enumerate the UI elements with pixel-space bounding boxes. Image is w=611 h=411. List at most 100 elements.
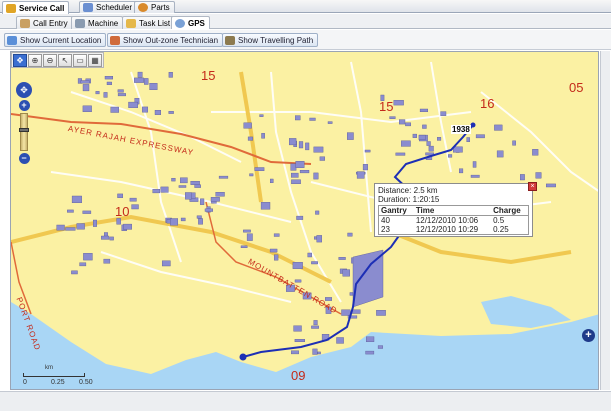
show-outzone-technician-button[interactable]: Show Out-zone Technician bbox=[107, 33, 224, 47]
tab-scheduler[interactable]: Scheduler bbox=[79, 1, 138, 13]
tab-parts[interactable]: Parts bbox=[134, 1, 175, 13]
building-block bbox=[168, 111, 174, 114]
building-block bbox=[338, 257, 346, 260]
building-block bbox=[289, 138, 297, 146]
building-block bbox=[243, 229, 251, 233]
building-block bbox=[200, 198, 205, 205]
building-block bbox=[309, 117, 316, 121]
expand-map-button[interactable]: + bbox=[582, 329, 595, 342]
gantry-header: Gantry bbox=[378, 205, 414, 216]
zone-label: 15 bbox=[201, 68, 216, 83]
horizontal-scrollbar[interactable] bbox=[0, 391, 611, 411]
time-cell: 12/12/2010 10:29 bbox=[415, 225, 479, 234]
building-block bbox=[546, 183, 556, 188]
building-block bbox=[295, 160, 305, 168]
building-block bbox=[290, 163, 297, 171]
building-block bbox=[437, 137, 442, 141]
building-block bbox=[117, 93, 126, 97]
close-icon[interactable]: × bbox=[528, 182, 537, 191]
building-block bbox=[291, 179, 301, 184]
pan-arrows-icon[interactable]: ✥ bbox=[16, 82, 32, 98]
building-block bbox=[76, 223, 85, 230]
print-tool-icon[interactable]: ▦ bbox=[88, 54, 102, 67]
building-block bbox=[249, 173, 254, 177]
zoom-in-button[interactable]: + bbox=[18, 100, 30, 111]
tab-task-list[interactable]: Task List bbox=[122, 16, 176, 29]
building-block bbox=[293, 325, 302, 332]
building-block bbox=[412, 133, 417, 138]
building-block bbox=[298, 141, 304, 149]
location-pin-icon bbox=[7, 35, 17, 45]
building-block bbox=[134, 77, 144, 83]
building-block bbox=[389, 116, 396, 119]
building-block bbox=[71, 270, 78, 275]
building-block bbox=[405, 122, 411, 127]
zoom-slider[interactable] bbox=[19, 113, 29, 151]
zoom-slider-thumb[interactable] bbox=[19, 128, 29, 132]
zoom-out-button[interactable]: − bbox=[18, 153, 30, 164]
tab-label: Machine bbox=[88, 18, 119, 28]
building-block bbox=[422, 124, 427, 129]
zoom-out-tool-icon[interactable]: ⊖ bbox=[43, 54, 57, 67]
measure-tool-icon[interactable]: ▭ bbox=[73, 54, 87, 67]
building-block bbox=[291, 350, 299, 355]
building-block bbox=[137, 71, 143, 78]
building-block bbox=[520, 174, 525, 181]
building-block bbox=[419, 108, 429, 112]
building-block bbox=[426, 141, 431, 146]
select-tool-icon[interactable]: ↖ bbox=[58, 54, 72, 67]
building-block bbox=[109, 236, 114, 241]
building-block bbox=[294, 339, 305, 343]
button-label: Show Current Location bbox=[20, 35, 102, 45]
tab-label: Parts bbox=[151, 3, 170, 12]
building-block bbox=[171, 177, 176, 182]
building-block bbox=[198, 218, 203, 225]
travelling-path-line bbox=[242, 124, 474, 358]
building-block bbox=[296, 215, 304, 220]
tab-machine[interactable]: Machine bbox=[71, 16, 124, 29]
tab-gps[interactable]: GPS bbox=[171, 16, 210, 29]
gps-toolbar: Show Current Location Show Out-zone Tech… bbox=[0, 30, 611, 50]
main-tab-bar: Service Call Scheduler Parts bbox=[0, 0, 611, 14]
building-block bbox=[399, 119, 406, 125]
gantry-cell: 40 bbox=[381, 216, 390, 225]
building-block bbox=[459, 168, 464, 174]
building-block bbox=[67, 209, 74, 213]
building-block bbox=[82, 84, 90, 92]
show-travelling-path-button[interactable]: Show Travelling Path bbox=[222, 33, 319, 47]
time-header: Time bbox=[413, 205, 492, 216]
tab-label: Scheduler bbox=[96, 3, 133, 12]
building-block bbox=[154, 110, 162, 115]
building-block bbox=[472, 161, 477, 168]
building-block bbox=[440, 111, 447, 116]
pan-tool-icon[interactable]: ✥ bbox=[13, 54, 27, 67]
building-block bbox=[313, 146, 324, 153]
building-block bbox=[160, 186, 169, 193]
tab-call-entry[interactable]: Call Entry bbox=[16, 16, 73, 29]
button-label: Show Travelling Path bbox=[238, 35, 314, 45]
show-current-location-button[interactable]: Show Current Location bbox=[4, 33, 107, 47]
building-block bbox=[401, 140, 411, 147]
calendar-icon bbox=[83, 3, 93, 12]
tab-service-call[interactable]: Service Call bbox=[2, 1, 70, 14]
building-block bbox=[313, 320, 318, 326]
building-block bbox=[247, 136, 253, 141]
building-block bbox=[240, 245, 248, 249]
building-block bbox=[317, 351, 321, 355]
building-block bbox=[312, 348, 318, 355]
task-list-icon bbox=[126, 18, 136, 28]
building-block bbox=[101, 235, 110, 240]
tab-label: Service Call bbox=[19, 3, 65, 13]
button-label: Show Out-zone Technician bbox=[123, 35, 219, 45]
technician-icon bbox=[110, 35, 120, 45]
building-block bbox=[315, 210, 320, 215]
vertical-scrollbar[interactable] bbox=[600, 51, 610, 390]
building-block bbox=[512, 140, 516, 146]
building-block bbox=[215, 191, 225, 197]
building-block bbox=[180, 177, 188, 184]
building-block bbox=[103, 258, 111, 264]
building-block bbox=[170, 218, 179, 226]
building-block bbox=[80, 80, 90, 84]
zoom-in-tool-icon[interactable]: ⊕ bbox=[28, 54, 42, 67]
scale-tick: 0.50 bbox=[79, 379, 93, 386]
